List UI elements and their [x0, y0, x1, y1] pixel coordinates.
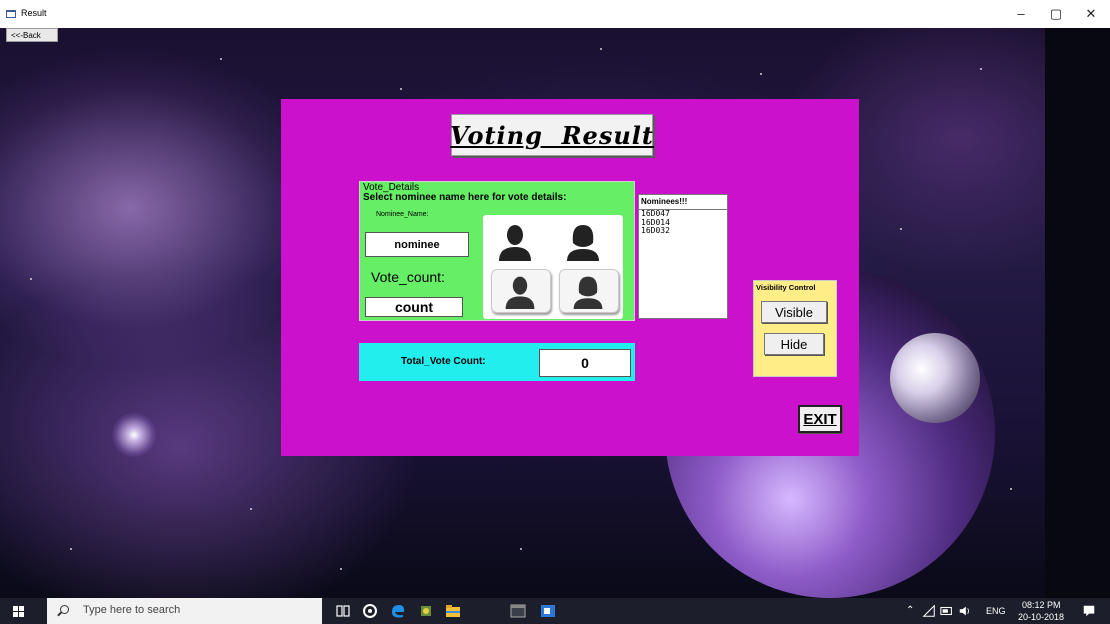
voting-result-panel: Voting Result Vote_Details Select nomine… [281, 99, 859, 456]
cortana-icon[interactable] [362, 603, 378, 619]
taskbar: Type here to search ⌃ ENG 08:12 PM 20-10… [0, 598, 1110, 624]
total-vote-field[interactable]: 0 [539, 349, 631, 377]
nominees-list-header: Nominees!!! [639, 195, 727, 210]
hide-button[interactable]: Hide [764, 333, 824, 355]
battery-icon[interactable] [940, 604, 954, 618]
male-avatar-icon [505, 276, 535, 309]
volume-icon[interactable] [958, 604, 972, 618]
nominee-name-label: Nominee_Name: [376, 211, 429, 218]
clock-time[interactable]: 08:12 PM [1022, 600, 1061, 610]
maximize-button[interactable]: ▢ [1045, 6, 1067, 22]
windows-start-icon[interactable] [13, 606, 24, 617]
visibility-control-title: Visibility Control [756, 283, 816, 292]
app-window-icon[interactable] [540, 603, 556, 619]
vote-count-field[interactable]: count [365, 297, 463, 317]
page-title: Voting Result [450, 120, 654, 150]
window-app-icon [6, 10, 16, 18]
network-icon[interactable] [922, 604, 936, 618]
total-vote-label: Total_Vote Count: [401, 356, 486, 367]
visibility-control-group: Visibility Control Visible Hide [753, 280, 837, 377]
visible-button[interactable]: Visible [761, 301, 827, 323]
close-button[interactable]: ✕ [1080, 6, 1102, 22]
female-vote-button[interactable] [559, 269, 619, 313]
nominee-name-field[interactable]: nominee [365, 232, 469, 257]
app-icon[interactable] [418, 603, 434, 619]
background-edge [1045, 28, 1110, 598]
moon-image [890, 333, 980, 423]
notification-icon[interactable] [1082, 604, 1096, 618]
vote-count-label: Vote_count: [371, 269, 445, 285]
terminal-icon[interactable] [510, 603, 526, 619]
window-titlebar: Result – ▢ ✕ [0, 0, 1110, 28]
back-button[interactable]: <<-Back [6, 28, 58, 42]
search-input[interactable]: Type here to search [83, 604, 180, 616]
vote-details-hint: Select nominee name here for vote detail… [363, 192, 567, 203]
minimize-button[interactable]: – [1010, 6, 1032, 22]
list-item[interactable]: 16D032 [639, 226, 727, 236]
tray-chevron-icon[interactable]: ⌃ [906, 605, 914, 616]
avatar-area [483, 215, 623, 319]
vote-details-group: Vote_Details Select nominee name here fo… [359, 181, 635, 321]
language-indicator[interactable]: ENG [986, 606, 1006, 616]
male-vote-button[interactable] [491, 269, 551, 313]
total-vote-strip: Total_Vote Count: 0 [359, 343, 635, 381]
window-title: Result [21, 8, 47, 18]
task-view-icon[interactable] [335, 603, 351, 619]
search-icon [60, 605, 69, 614]
file-explorer-icon[interactable] [445, 603, 461, 619]
edge-icon[interactable] [390, 603, 406, 619]
heading-box: Voting Result [450, 114, 654, 156]
exit-button[interactable]: EXIT [798, 405, 842, 433]
male-avatar-icon [499, 225, 531, 261]
clock-date[interactable]: 20-10-2018 [1018, 612, 1064, 622]
female-avatar-icon [567, 225, 599, 261]
nominees-list[interactable]: Nominees!!! 16D047 16D014 16D032 [638, 194, 728, 319]
female-avatar-icon [573, 276, 603, 309]
bright-star-image [112, 413, 156, 457]
